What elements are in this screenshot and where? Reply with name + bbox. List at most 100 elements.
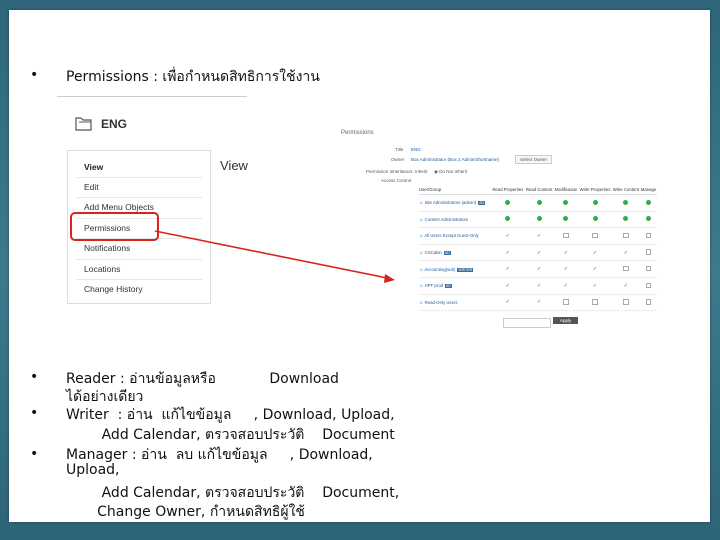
permission-cell[interactable]: ✓: [611, 277, 641, 295]
permission-cell[interactable]: ✓: [491, 277, 525, 295]
permission-cell[interactable]: [553, 294, 579, 312]
apply-button[interactable]: Apply: [553, 317, 579, 324]
empty-checkbox-icon: [623, 265, 629, 272]
check-icon: ✓: [536, 282, 542, 289]
permission-cell[interactable]: [640, 277, 657, 295]
check-icon: ✓: [505, 232, 510, 239]
permission-cell[interactable]: ✓: [491, 227, 525, 245]
permission-cell[interactable]: ✓: [524, 260, 554, 278]
user-group-name: Read-Only Users: [424, 299, 458, 305]
permission-cell[interactable]: ✓: [553, 277, 579, 295]
check-icon: ✓: [536, 249, 542, 256]
permission-cell[interactable]: [491, 194, 525, 212]
inheritance-label: Permission Inheritance: [366, 169, 412, 174]
check-icon: ✓: [563, 266, 568, 273]
bullet-writer: Writer : อ่าน แก้ไขข้อมูล , Download, Up…: [66, 407, 395, 423]
empty-checkbox-icon: [563, 299, 569, 305]
inherit-label: Inherit: [414, 169, 428, 174]
permission-cell[interactable]: [640, 227, 657, 245]
do-not-inherit-label: Do Not Inherit: [439, 169, 467, 174]
user-group-cell[interactable]: ☺ HPF prod AD: [419, 277, 491, 295]
permissions-panel: Permissions Title ENG Owner Box Administ…: [341, 130, 657, 328]
permission-cell[interactable]: [611, 194, 641, 212]
column-header: Write Properties: [578, 185, 612, 195]
inherit-radio[interactable]: ○ Inherit: [411, 169, 427, 174]
title-value: ENG: [411, 147, 421, 152]
check-icon: ✓: [536, 266, 542, 273]
user-group-name: Accounting(sub): [424, 266, 456, 272]
permission-cell[interactable]: [491, 211, 525, 229]
empty-checkbox-icon: [645, 299, 652, 305]
owner-value: Box Administrator (Box 2 Admin/Shortname…: [411, 157, 500, 162]
permission-cell[interactable]: [553, 211, 579, 229]
check-icon: ✓: [505, 249, 510, 256]
column-header: Write Content: [611, 185, 641, 195]
table-row: ☺ HPF prod AD ✓ ✓ ✓ ✓ ✓: [419, 277, 657, 295]
permission-cell[interactable]: ✓: [524, 227, 554, 245]
user-search-input[interactable]: [503, 318, 551, 328]
permission-cell[interactable]: ✓: [578, 244, 612, 262]
granted-icon: [505, 199, 511, 205]
column-header: User/Group: [419, 185, 491, 195]
permission-cell[interactable]: [611, 227, 641, 245]
table-row: ☺ Accounting(sub) WRITER ✓ ✓ ✓ ✓: [419, 260, 657, 278]
title-label: Title: [395, 147, 404, 152]
granted-icon: [536, 216, 542, 222]
permission-cell[interactable]: [524, 211, 554, 229]
bullet-manager-cont: Upload,: [66, 462, 120, 478]
granted-icon: [592, 199, 598, 205]
permission-cell[interactable]: [611, 211, 641, 229]
granted-icon: [646, 216, 652, 222]
permission-cell[interactable]: ✓: [524, 294, 554, 312]
granted-icon: [623, 199, 629, 205]
granted-icon: [563, 216, 569, 222]
permission-cell[interactable]: ✓: [491, 260, 525, 278]
permission-cell[interactable]: [553, 194, 579, 212]
user-group-cell[interactable]: ☺ Site Administrators (admin) AD: [419, 194, 491, 212]
permission-cell[interactable]: [524, 194, 554, 212]
permission-cell[interactable]: ✓: [491, 244, 525, 262]
table-row: ☺ All Users Except Guest-Only ✓ ✓: [419, 227, 657, 245]
bullet-manager-cont: Change Owner, กำหนดสิทธิผู้ใช้: [66, 504, 305, 520]
permission-cell[interactable]: [578, 227, 612, 245]
select-owner-button[interactable]: Select Owner: [515, 155, 553, 164]
permission-cell[interactable]: [578, 211, 612, 229]
permission-cell[interactable]: ✓: [578, 260, 612, 278]
permission-cell[interactable]: [578, 194, 612, 212]
granted-icon: [536, 199, 542, 205]
user-group-cell[interactable]: ☺ Accounting(sub) WRITER: [419, 260, 491, 278]
do-not-inherit-radio[interactable]: ◉ Do Not Inherit: [434, 169, 467, 175]
check-icon: ✓: [505, 282, 510, 289]
permission-cell[interactable]: [640, 194, 657, 212]
permission-cell[interactable]: ✓: [553, 244, 579, 262]
user-group-cell[interactable]: ☺ Read-Only Users: [419, 294, 491, 312]
user-group-cell[interactable]: ☺ Content Administrators: [419, 211, 491, 229]
permission-cell[interactable]: ✓: [524, 277, 554, 295]
bullet-writer-cont: Add Calendar, ตรวจสอบประวัติ Document: [66, 427, 395, 443]
permission-cell[interactable]: [640, 244, 657, 262]
permission-cell[interactable]: ✓: [553, 260, 579, 278]
access-control-label: Access Control: [381, 178, 412, 183]
user-group-cell[interactable]: ☺ CSCabin AD: [419, 244, 491, 262]
user-group-cell[interactable]: ☺ All Users Except Guest-Only: [419, 227, 491, 245]
permission-cell[interactable]: [578, 294, 612, 312]
permission-cell[interactable]: [640, 211, 657, 229]
check-icon: ✓: [592, 282, 598, 289]
permission-cell[interactable]: ✓: [491, 294, 525, 312]
granted-icon: [563, 199, 569, 205]
check-icon: ✓: [623, 249, 628, 256]
permission-cell[interactable]: ✓: [611, 244, 641, 262]
permission-cell[interactable]: [611, 260, 641, 278]
check-icon: ✓: [623, 282, 628, 289]
permission-cell[interactable]: [640, 260, 657, 278]
empty-checkbox-icon: [645, 249, 652, 255]
permission-cell[interactable]: ✓: [524, 244, 554, 262]
permission-cell[interactable]: [553, 227, 579, 245]
permission-cell[interactable]: ✓: [578, 277, 612, 295]
granted-icon: [505, 216, 511, 222]
table-row: ☺ Site Administrators (admin) AD: [419, 194, 657, 212]
permission-cell[interactable]: [611, 294, 641, 312]
permission-cell[interactable]: [640, 294, 657, 312]
column-header: Read Properties: [491, 185, 525, 195]
user-group-name: CSCabin: [424, 250, 442, 256]
